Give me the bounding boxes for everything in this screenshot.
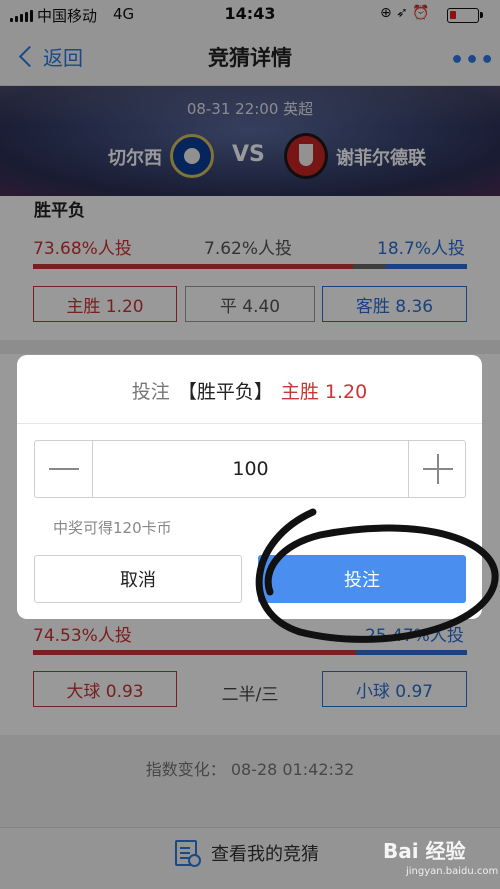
baidu-watermark-url: jingyan.baidu.com bbox=[406, 866, 499, 877]
ink-circle-annotation bbox=[255, 508, 499, 643]
baidu-watermark: Bai 经验 bbox=[383, 839, 466, 863]
